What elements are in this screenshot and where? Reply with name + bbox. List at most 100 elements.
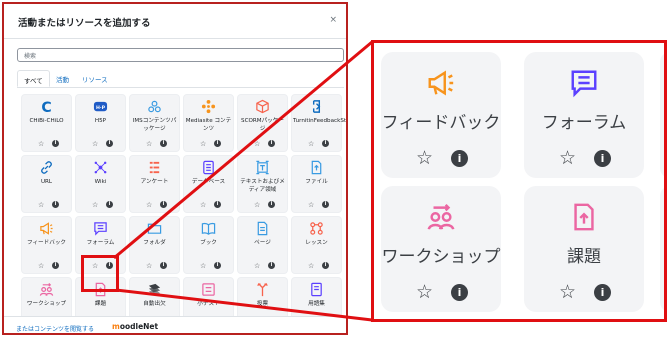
module-tile[interactable]: Mediasite コンテンツ ☆ i <box>183 94 234 152</box>
info-icon[interactable]: i <box>106 201 113 208</box>
info-icon[interactable]: i <box>52 140 59 147</box>
star-icon[interactable]: ☆ <box>200 201 206 209</box>
star-icon[interactable]: ☆ <box>308 201 314 209</box>
star-icon[interactable]: ☆ <box>38 201 44 209</box>
star-icon[interactable]: ☆ <box>254 201 260 209</box>
star-icon[interactable]: ☆ <box>146 140 152 148</box>
module-label: 課題 <box>94 301 107 307</box>
moodlenet-logo[interactable]: moodleNet <box>112 322 158 331</box>
star-icon[interactable]: ☆ <box>200 262 206 270</box>
info-icon[interactable]: i <box>451 284 468 301</box>
module-label: フォーラム <box>86 240 115 246</box>
info-icon[interactable]: i <box>160 140 167 147</box>
zoomed-module-tile[interactable]: 課題 ☆ i <box>524 186 644 312</box>
star-icon[interactable]: ☆ <box>559 148 576 168</box>
info-icon[interactable]: i <box>268 262 275 269</box>
module-tile[interactable]: IMSコンテンツパッケージ ☆ i <box>129 94 180 152</box>
turnitin-icon <box>292 99 341 115</box>
module-label: フォルダ <box>143 240 166 246</box>
info-icon[interactable]: i <box>160 262 167 269</box>
module-tile[interactable]: フォルダ ☆ i <box>129 216 180 274</box>
page-icon <box>238 221 287 237</box>
assignment-icon <box>76 282 125 298</box>
module-grid: C CHiBi-CHiLO ☆ i H·P H5P ☆ i IMSコンテンツパッケージ ☆ i Med… <box>21 94 347 333</box>
module-tile[interactable]: フォーラム ☆ i <box>75 216 126 274</box>
module-label: Wiki <box>94 179 107 185</box>
module-tile[interactable]: URL ☆ i <box>21 155 72 213</box>
module-tile[interactable]: ファイル ☆ i <box>291 155 342 213</box>
star-icon[interactable]: ☆ <box>308 140 314 148</box>
info-icon[interactable]: i <box>106 140 113 147</box>
module-tile[interactable]: Wiki ☆ i <box>75 155 126 213</box>
info-icon[interactable]: i <box>52 262 59 269</box>
add-activity-dialog: 活動またはリソースを追加する × 検索 すべて 活動 リソース C CHiBi-C… <box>2 2 348 335</box>
module-tile[interactable]: フィードバック ☆ i <box>21 216 72 274</box>
module-label: テキストおよびメディア領域 <box>240 179 285 193</box>
info-icon[interactable]: i <box>322 140 329 147</box>
zoomed-module-label: 課題 <box>567 247 601 267</box>
info-icon[interactable]: i <box>214 262 221 269</box>
star-icon[interactable]: ☆ <box>146 201 152 209</box>
star-icon[interactable]: ☆ <box>254 262 260 270</box>
module-label: 投票 <box>256 301 269 307</box>
zoomed-module-tile[interactable]: ワークショップ ☆ i <box>381 186 501 312</box>
star-icon[interactable]: ☆ <box>416 148 433 168</box>
search-input[interactable]: 検索 <box>17 48 344 62</box>
module-label: 自動出欠 <box>143 301 166 307</box>
info-icon[interactable]: i <box>594 150 611 167</box>
star-icon[interactable]: ☆ <box>254 140 260 148</box>
info-icon[interactable]: i <box>268 201 275 208</box>
tab-bar: すべて 活動 リソース <box>17 70 344 88</box>
tab-all[interactable]: すべて <box>17 70 50 87</box>
module-label: ページ <box>254 240 271 246</box>
info-icon[interactable]: i <box>322 262 329 269</box>
star-icon[interactable]: ☆ <box>92 262 98 270</box>
star-icon[interactable]: ☆ <box>308 262 314 270</box>
star-icon[interactable]: ☆ <box>92 140 98 148</box>
dialog-header: 活動またはリソースを追加する × <box>4 4 346 39</box>
module-label: TurnitinFeedbackStudio <box>293 118 347 124</box>
forum-icon <box>524 68 644 102</box>
module-tile[interactable]: SCORMパッケージ ☆ i <box>237 94 288 152</box>
tab-activities[interactable]: 活動 <box>50 70 75 86</box>
module-tile[interactable]: データベース ☆ i <box>183 155 234 213</box>
star-icon[interactable]: ☆ <box>38 262 44 270</box>
zoomed-module-label: フィードバック <box>381 113 501 133</box>
module-tile[interactable]: ページ ☆ i <box>237 216 288 274</box>
assignment-icon <box>524 202 644 236</box>
module-label: フィードバック <box>26 240 67 246</box>
star-icon[interactable]: ☆ <box>559 282 576 302</box>
star-icon[interactable]: ☆ <box>146 262 152 270</box>
glossary-icon <box>292 282 341 298</box>
star-icon[interactable]: ☆ <box>92 201 98 209</box>
module-tile[interactable]: レッスン ☆ i <box>291 216 342 274</box>
info-icon[interactable]: i <box>214 140 221 147</box>
module-tile[interactable]: テキストおよびメディア領域 ☆ i <box>237 155 288 213</box>
module-label: ブック <box>200 240 217 246</box>
zoomed-module-tile[interactable]: フィードバック ☆ i <box>381 52 501 178</box>
zoomed-module-tile[interactable]: フォーラム ☆ i <box>524 52 644 178</box>
info-icon[interactable]: i <box>268 140 275 147</box>
module-label: Mediasite コンテンツ <box>185 118 232 132</box>
module-tile[interactable]: H·P H5P ☆ i <box>75 94 126 152</box>
module-tile[interactable]: TurnitinFeedbackStudio ☆ i <box>291 94 347 152</box>
info-icon[interactable]: i <box>594 284 611 301</box>
module-tile[interactable]: C CHiBi-CHiLO ☆ i <box>21 94 72 152</box>
info-icon[interactable]: i <box>52 201 59 208</box>
browse-content-link[interactable]: またはコンテンツを閲覧する <box>16 324 94 333</box>
module-tile[interactable]: ブック ☆ i <box>183 216 234 274</box>
info-icon[interactable]: i <box>214 201 221 208</box>
tab-resources[interactable]: リソース <box>76 70 114 86</box>
module-label: CHiBi-CHiLO <box>29 118 64 124</box>
info-icon[interactable]: i <box>160 201 167 208</box>
info-icon[interactable]: i <box>451 150 468 167</box>
forum-icon <box>76 221 125 237</box>
info-icon[interactable]: i <box>106 262 113 269</box>
close-icon[interactable]: × <box>329 15 337 25</box>
module-tile[interactable]: アンケート ☆ i <box>129 155 180 213</box>
module-label: レッスン <box>305 240 328 246</box>
star-icon[interactable]: ☆ <box>200 140 206 148</box>
star-icon[interactable]: ☆ <box>38 140 44 148</box>
star-icon[interactable]: ☆ <box>416 282 433 302</box>
info-icon[interactable]: i <box>322 201 329 208</box>
